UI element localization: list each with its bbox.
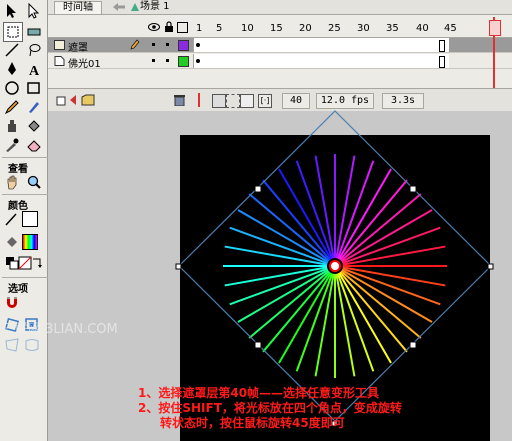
light-ray [340, 193, 422, 262]
light-ray [314, 273, 335, 377]
light-ray [335, 155, 356, 259]
light-ray [314, 155, 335, 259]
light-ray [262, 271, 331, 353]
transform-handle [254, 341, 262, 349]
transform-handle [254, 185, 262, 193]
light-ray [335, 273, 356, 377]
instruction-text: 1、选择遮罩层第40帧——选择任意变形工具 2、按住SHIFT，将光标放在四个角… [138, 386, 512, 431]
light-ray [339, 271, 408, 353]
light-ray [248, 270, 330, 339]
light-ray [340, 270, 422, 339]
light-ray [339, 179, 408, 261]
instruction-line-1: 1、选择遮罩层第40帧——选择任意变形工具 [138, 386, 380, 400]
stage-graphics[interactable] [0, 0, 512, 441]
transform-center-point [329, 260, 341, 272]
light-ray [224, 245, 328, 266]
transform-handle [487, 263, 494, 270]
transform-handle [409, 185, 417, 193]
instruction-line-2: 2、按住SHIFT，将光标放在四个角点，变成旋转 [138, 401, 402, 415]
light-ray [224, 266, 328, 287]
light-ray [342, 266, 446, 287]
light-ray [262, 179, 331, 261]
transform-handle [409, 341, 417, 349]
light-ray [248, 193, 330, 262]
instruction-line-3: 转状态时，按住鼠标旋转45度即可 [160, 416, 345, 430]
light-ray [342, 245, 446, 266]
watermark: 三联网 3LIAN.COM [2, 322, 118, 337]
transform-handle [175, 263, 182, 270]
